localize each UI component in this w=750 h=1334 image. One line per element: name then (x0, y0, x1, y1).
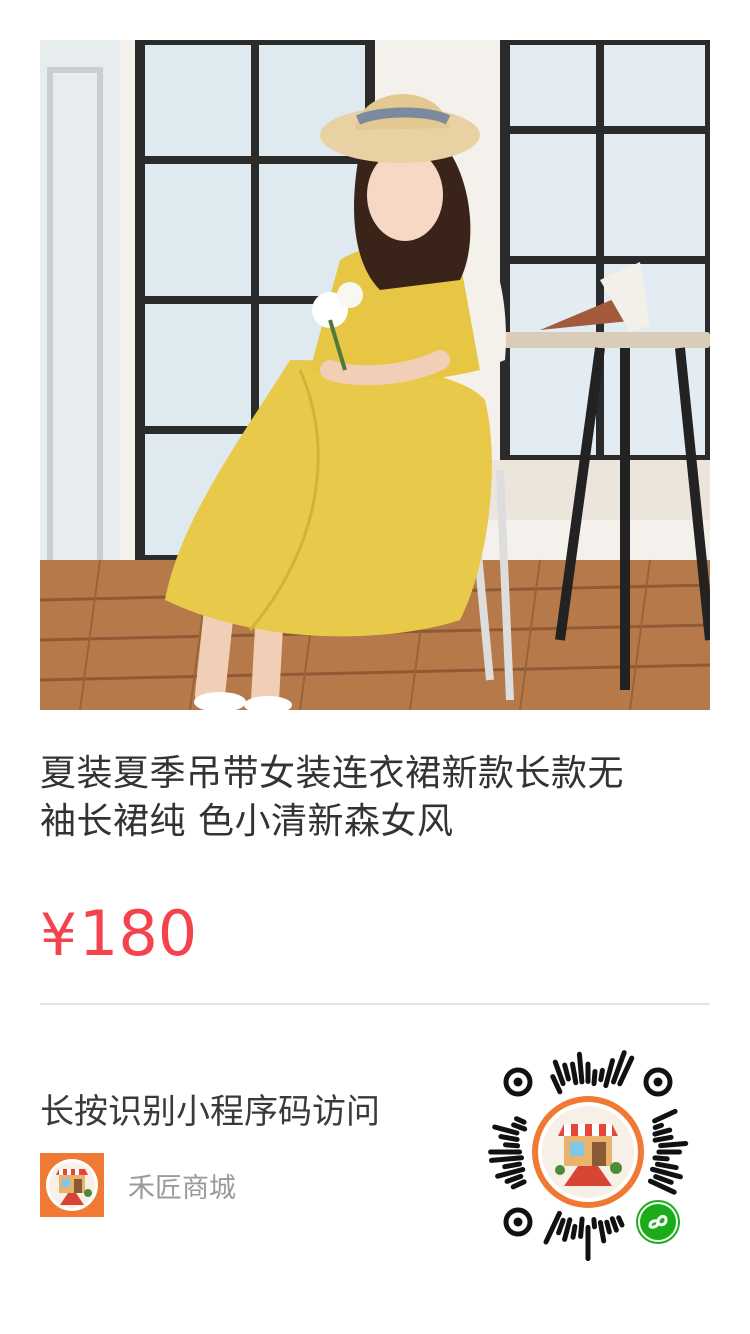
code-dash (652, 1134, 674, 1143)
code-dash (654, 1161, 679, 1171)
code-dash (658, 1141, 689, 1149)
code-dash (570, 1061, 579, 1086)
price-value: 180 (78, 897, 198, 970)
product-photo (40, 40, 710, 710)
product-title: 夏装夏季吊带女装连衣裙新款长款无 袖长裙纯 色小清新森女风 (40, 750, 700, 846)
divider (40, 1003, 710, 1005)
code-dash (514, 1116, 527, 1125)
code-dash (597, 1220, 607, 1244)
code-dash (598, 1067, 605, 1083)
code-dash (604, 1219, 612, 1235)
code-dash (502, 1161, 522, 1170)
scan-tip: 长按识别小程序码访问 (40, 1092, 380, 1132)
shop-storefront-icon (40, 1153, 104, 1217)
code-dash (489, 1155, 524, 1163)
code-dash (616, 1215, 625, 1228)
product-image[interactable] (40, 40, 710, 710)
product-title-line-1: 夏装夏季吊带女装连衣裙新款长款无 (40, 753, 625, 794)
code-dash (652, 1155, 670, 1162)
product-title-line-2: 袖长裙纯 色小清新森女风 (40, 801, 454, 842)
code-dash (591, 1069, 598, 1087)
code-dash (578, 1216, 585, 1239)
mini-program-code-icon[interactable] (472, 1036, 704, 1268)
product-price: ¥180 (40, 896, 197, 973)
code-dash (498, 1134, 520, 1142)
currency-symbol: ¥ (40, 901, 77, 969)
code-dash (591, 1217, 597, 1230)
store-info: 禾匠商城 (40, 1152, 236, 1218)
code-dash (652, 1122, 664, 1130)
code-dash (576, 1051, 585, 1085)
code-dash (570, 1223, 578, 1240)
code-dash (503, 1142, 521, 1149)
store-name: 禾匠商城 (128, 1172, 236, 1204)
